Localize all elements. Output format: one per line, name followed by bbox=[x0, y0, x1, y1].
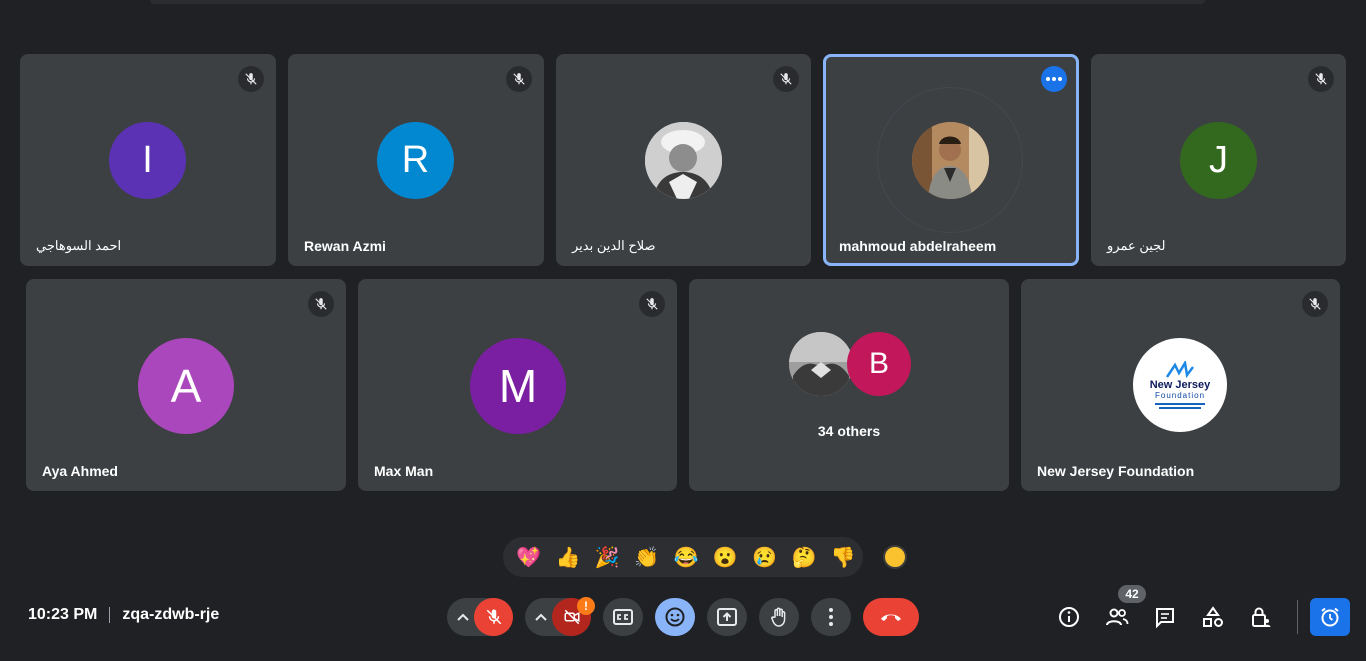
chevron-up-icon bbox=[535, 613, 547, 621]
participant-tile[interactable]: A Aya Ahmed bbox=[26, 279, 346, 491]
more-options-button[interactable] bbox=[811, 598, 851, 636]
alarm-icon bbox=[1321, 607, 1339, 627]
skin-tone-selector[interactable] bbox=[883, 545, 907, 569]
avatar-photo bbox=[789, 332, 853, 396]
participant-tile[interactable]: M Max Man bbox=[358, 279, 677, 491]
hang-up-icon bbox=[881, 614, 901, 621]
info-icon bbox=[1059, 607, 1079, 627]
activities-button[interactable] bbox=[1198, 602, 1228, 632]
chevron-up-icon bbox=[457, 613, 469, 621]
camera-warning-badge: ! bbox=[577, 597, 595, 615]
present-screen-button[interactable] bbox=[707, 598, 747, 636]
chat-button[interactable] bbox=[1150, 602, 1180, 632]
host-controls-button[interactable] bbox=[1246, 602, 1276, 632]
more-options-icon[interactable] bbox=[1041, 66, 1067, 92]
logo-tagline bbox=[1155, 403, 1205, 405]
present-icon bbox=[717, 608, 737, 626]
video-options-button[interactable] bbox=[528, 598, 554, 636]
smiley-icon bbox=[665, 607, 685, 627]
participant-tile[interactable]: I احمد السوهاجي bbox=[20, 54, 276, 266]
participant-name: احمد السوهاجي bbox=[36, 238, 122, 253]
reactions-bar: 💖 👍 🎉 👏 😂 😮 😢 🤔 👎 bbox=[503, 537, 863, 577]
participant-tile-active[interactable]: mahmoud abdelraheem bbox=[823, 54, 1079, 266]
participant-tile[interactable]: R Rewan Azmi bbox=[288, 54, 544, 266]
participant-name: New Jersey Foundation bbox=[1037, 463, 1195, 479]
mic-off-icon bbox=[308, 291, 334, 317]
mic-off-icon bbox=[1302, 291, 1328, 317]
others-count-label: 34 others bbox=[817, 423, 881, 439]
reactions-button[interactable] bbox=[655, 598, 695, 636]
people-icon bbox=[1106, 608, 1129, 626]
lock-person-icon bbox=[1252, 607, 1271, 627]
logo-mark-icon bbox=[1165, 361, 1194, 379]
raise-hand-button[interactable] bbox=[759, 598, 799, 636]
mic-off-icon bbox=[238, 66, 264, 92]
microphone-toggle-button[interactable] bbox=[474, 598, 513, 636]
avatar: A bbox=[138, 338, 234, 434]
participant-name: Aya Ahmed bbox=[42, 463, 118, 479]
more-vert-icon bbox=[829, 608, 833, 626]
audio-options-button[interactable] bbox=[450, 598, 476, 636]
mic-off-icon bbox=[1308, 66, 1334, 92]
avatar: M bbox=[470, 338, 566, 434]
people-count-badge: 42 bbox=[1118, 585, 1146, 603]
participant-tile[interactable]: New Jersey Foundation New Jersey Foundat… bbox=[1021, 279, 1340, 491]
others-tile[interactable]: B 34 others bbox=[689, 279, 1009, 491]
avatar: J bbox=[1180, 122, 1257, 199]
reaction-party[interactable]: 🎉 bbox=[588, 537, 627, 577]
mic-off-icon bbox=[639, 291, 665, 317]
shapes-icon bbox=[1203, 606, 1223, 627]
avatar: B bbox=[847, 332, 911, 396]
mic-off-icon bbox=[486, 609, 501, 625]
mic-off-icon bbox=[506, 66, 532, 92]
divider bbox=[1297, 600, 1298, 634]
divider bbox=[109, 607, 111, 623]
reaction-thumbs-down[interactable]: 👎 bbox=[824, 537, 863, 577]
participant-name: صلاح الدين بدير bbox=[572, 238, 656, 253]
participant-name: Max Man bbox=[374, 463, 434, 479]
avatar-photo bbox=[912, 122, 989, 199]
reaction-sad[interactable]: 😢 bbox=[745, 537, 784, 577]
participant-tile[interactable]: صلاح الدين بدير bbox=[556, 54, 811, 266]
reaction-clap[interactable]: 👏 bbox=[627, 537, 666, 577]
avatar: R bbox=[377, 122, 454, 199]
captions-button[interactable] bbox=[603, 598, 643, 636]
avatar: I bbox=[109, 122, 186, 199]
meeting-details-button[interactable] bbox=[1054, 602, 1084, 632]
participant-name: mahmoud abdelraheem bbox=[839, 238, 997, 254]
mic-off-icon bbox=[773, 66, 799, 92]
people-button[interactable] bbox=[1102, 602, 1132, 632]
chat-icon bbox=[1156, 608, 1174, 628]
reaction-thinking[interactable]: 🤔 bbox=[784, 537, 823, 577]
organization-logo: New Jersey Foundation bbox=[1133, 338, 1227, 432]
logo-tagline bbox=[1159, 407, 1201, 409]
meeting-code[interactable]: zqa-zdwb-rje bbox=[122, 606, 219, 624]
leave-call-button[interactable] bbox=[863, 598, 919, 636]
reaction-heart[interactable]: 💖 bbox=[509, 537, 548, 577]
meeting-info: 10:23 PM zqa-zdwb-rje bbox=[28, 606, 219, 624]
participant-name: لجين عمرو bbox=[1107, 238, 1166, 253]
meeting-time: 10:23 PM bbox=[28, 606, 98, 623]
avatar-photo bbox=[645, 122, 722, 199]
top-bar-edge bbox=[150, 0, 1205, 4]
reaction-surprised[interactable]: 😮 bbox=[706, 537, 745, 577]
hand-icon bbox=[771, 607, 786, 627]
captions-icon bbox=[613, 609, 633, 625]
participant-name: Rewan Azmi bbox=[304, 238, 386, 254]
reaction-laugh[interactable]: 😂 bbox=[666, 537, 705, 577]
participant-tile[interactable]: J لجين عمرو bbox=[1091, 54, 1346, 266]
reaction-thumbs-up[interactable]: 👍 bbox=[548, 537, 587, 577]
timer-button[interactable] bbox=[1310, 598, 1350, 636]
